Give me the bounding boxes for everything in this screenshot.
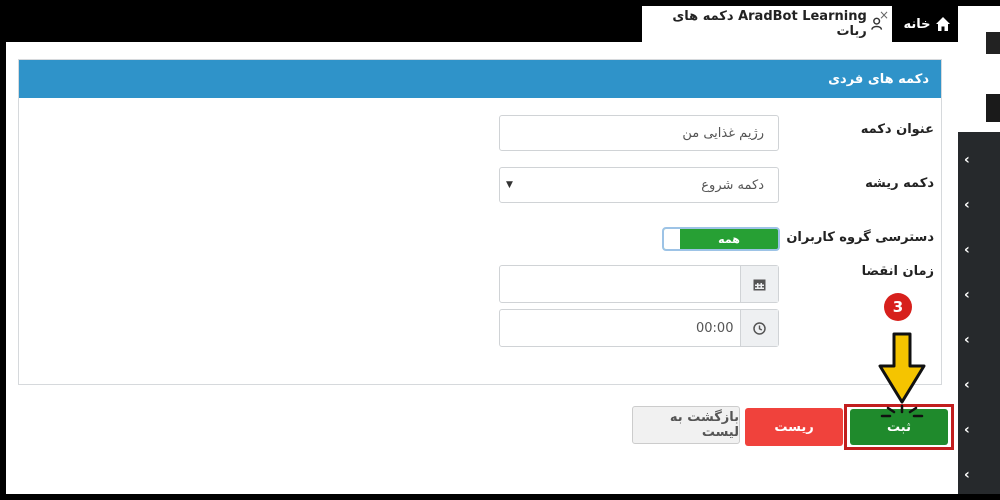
panel-header: دکمه های فردی [19,60,941,98]
main-content: دکمه های فردی عنوان دکمه رژیم غذایی من د… [6,42,958,494]
sidebar-expand-icon[interactable]: ‹ [964,153,976,167]
tab-home-label: خانه [903,16,931,32]
sidebar-expand-icon[interactable]: ‹ [964,468,976,482]
right-sidebar: ‹ ‹ ‹ ‹ ‹ ‹ ‹ ‹ [958,0,1000,500]
button-title-value: رژیم غذایی من [682,125,764,141]
tab-robot-buttons-label: AradBot Learning دکمه های ربات [672,9,867,39]
sidebar-logo-fragment [986,32,1000,54]
root-button-select[interactable]: ▼ دکمه شروع [499,167,779,203]
close-tab-icon[interactable]: × [879,8,889,22]
pointer-arrow-icon [878,332,926,418]
expiry-time-input[interactable]: 00:00 [499,309,779,347]
toggle-knob [664,229,680,249]
dropdown-arrow-icon: ▼ [506,180,513,190]
toggle-state-text: همه [718,232,740,246]
expiry-label: زمان انقضا [861,264,934,279]
button-title-label: عنوان دکمه [860,122,934,137]
sidebar-expand-icon[interactable]: ‹ [964,198,976,212]
root-button-label: دکمه ریشه [865,176,934,191]
home-icon [935,17,950,31]
group-access-toggle[interactable]: همه [662,227,780,251]
sidebar-nav: ‹ ‹ ‹ ‹ ‹ ‹ ‹ ‹ [958,132,1000,494]
sidebar-expand-icon[interactable]: ‹ [964,333,976,347]
panel-title: دکمه های فردی [828,71,929,87]
sidebar-header [958,6,1000,132]
sidebar-expand-icon[interactable]: ‹ [964,378,976,392]
form-panel: دکمه های فردی [18,59,942,385]
calendar-button[interactable] [740,266,778,302]
tab-robot-buttons[interactable]: AradBot Learning دکمه های ربات × [642,6,892,42]
root-button-value: دکمه شروع [701,177,764,193]
calendar-icon [753,279,766,290]
sidebar-toggle[interactable] [986,94,1000,122]
clock-icon [753,321,766,335]
step-number-badge: 3 [884,293,912,321]
tab-home[interactable]: خانه [896,6,958,42]
clock-button[interactable] [740,310,778,346]
reset-button[interactable]: ریست [745,408,843,446]
tab-strip: AradBot Learning دکمه های ربات × خانه [6,6,958,42]
expiry-date-input[interactable] [499,265,779,303]
group-access-label: دسترسی گروه کاربران [786,230,934,245]
back-to-list-button[interactable]: بازگشت به لیست [632,406,740,444]
app-frame: AradBot Learning دکمه های ربات × خانه ‹ … [0,0,1000,500]
sidebar-expand-icon[interactable]: ‹ [964,423,976,437]
sidebar-expand-icon[interactable]: ‹ [964,288,976,302]
expiry-time-value: 00:00 [696,320,734,336]
button-title-input[interactable]: رژیم غذایی من [499,115,779,151]
sidebar-expand-icon[interactable]: ‹ [964,243,976,257]
